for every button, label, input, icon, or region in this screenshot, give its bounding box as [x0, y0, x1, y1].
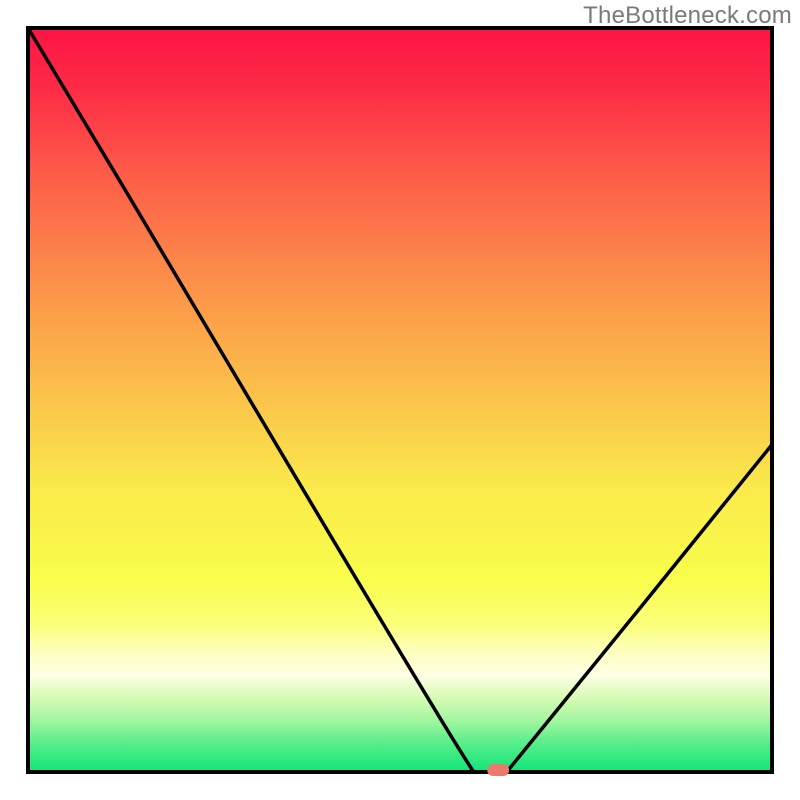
optimal-marker — [487, 764, 509, 776]
chart-container: TheBottleneck.com — [0, 0, 800, 800]
watermark-text: TheBottleneck.com — [583, 2, 792, 30]
bottleneck-chart — [0, 0, 800, 800]
plot-background — [28, 28, 772, 772]
